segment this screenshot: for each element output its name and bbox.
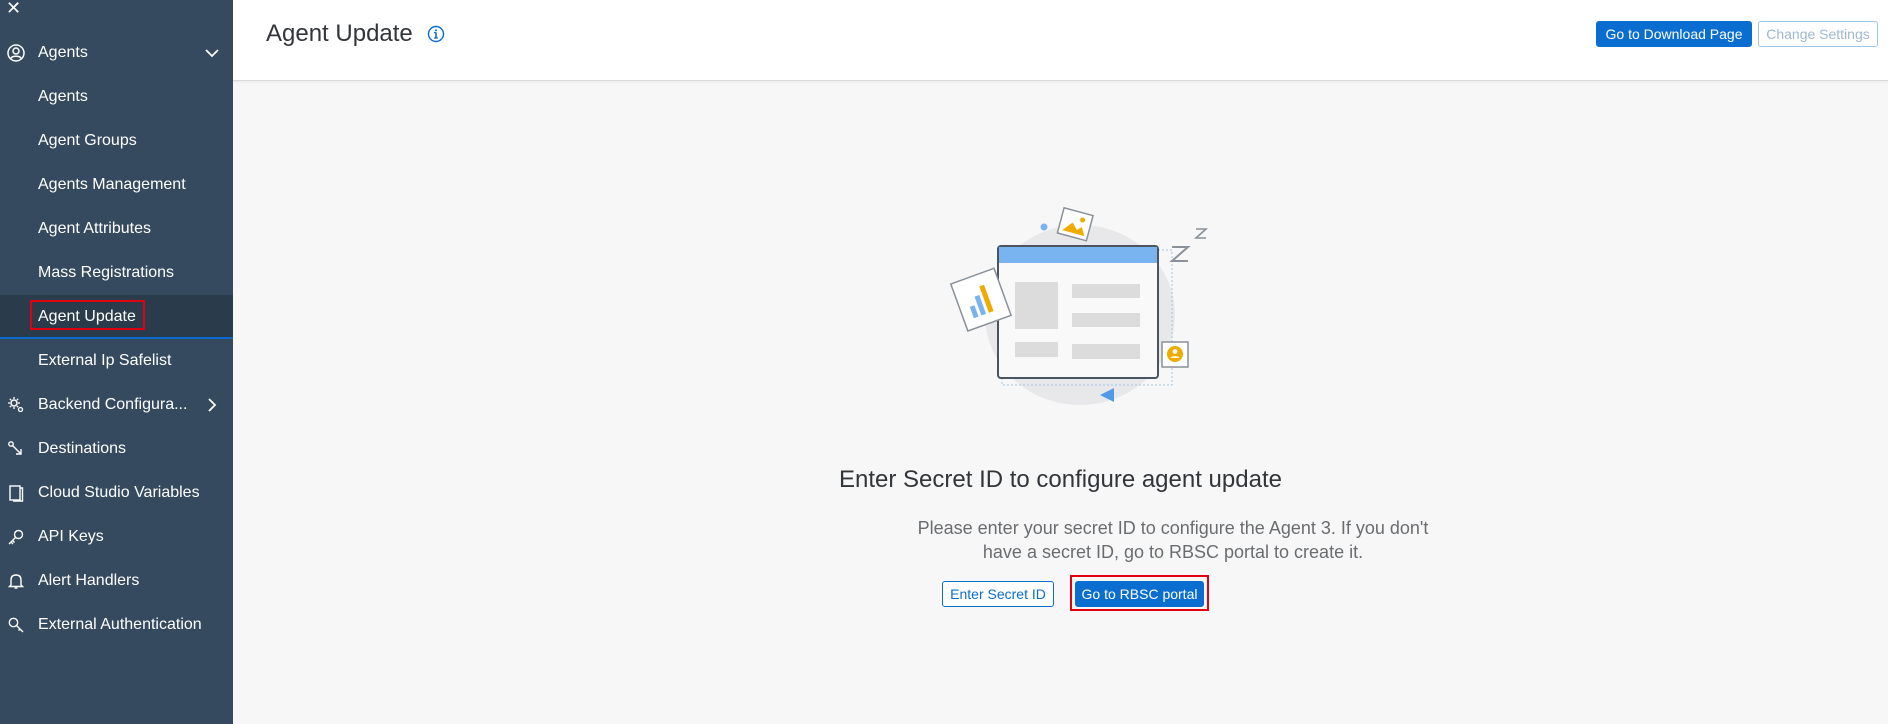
sidebar-item-api-keys[interactable]: API Keys	[0, 515, 233, 559]
sidebar-item-label: Mass Registrations	[38, 264, 175, 281]
sidebar-item-label: API Keys	[38, 528, 104, 545]
empty-state-title: Enter Secret ID to configure agent updat…	[839, 466, 1282, 493]
chevron-down-icon[interactable]	[201, 42, 223, 64]
highlight-box	[1070, 575, 1209, 611]
empty-state-illustration	[949, 206, 1209, 405]
page-title: Agent Update	[266, 20, 413, 47]
gear-icon	[6, 395, 26, 415]
sidebar-item-label: Agents	[38, 44, 88, 61]
sidebar: ✕ Agents Agents Agent Groups Agents Mana…	[0, 0, 233, 724]
key-search-icon	[6, 615, 26, 635]
sidebar-item-agent-groups[interactable]: Agent Groups	[0, 119, 233, 163]
sidebar-item-label: Agent Attributes	[38, 220, 151, 237]
sidebar-item-alert-handlers[interactable]: Alert Handlers	[0, 559, 233, 603]
key-icon	[6, 527, 26, 547]
sidebar-item-label: Agents	[38, 88, 88, 105]
bell-icon	[6, 571, 26, 591]
sidebar-item-backend-configuration[interactable]: Backend Configura...	[0, 383, 233, 427]
blue-dot-decoration	[1040, 223, 1048, 231]
sidebar-item-agents[interactable]: Agents	[0, 75, 233, 119]
sidebar-item-mass-registrations[interactable]: Mass Registrations	[0, 251, 233, 295]
user-icon	[6, 43, 26, 63]
sleep-z-decoration	[1169, 228, 1209, 262]
sidebar-item-cloud-studio-variables[interactable]: Cloud Studio Variables	[0, 471, 233, 515]
sidebar-item-label: Cloud Studio Variables	[38, 484, 200, 501]
sidebar-item-label: Destinations	[38, 440, 127, 457]
document-icon	[6, 483, 26, 503]
sidebar-item-label: Alert Handlers	[38, 572, 140, 589]
sidebar-item-agents-group[interactable]: Agents	[0, 31, 233, 75]
chevron-right-icon[interactable]	[201, 394, 223, 416]
page-header: Agent Update Go to Download Page Change …	[233, 0, 1888, 81]
sidebar-item-label: Agents Management	[38, 176, 186, 193]
empty-state-description-line: have a secret ID, go to RBSC portal to c…	[982, 542, 1364, 562]
sidebar-item-label: External Authentication	[38, 616, 202, 633]
sidebar-item-label: External Ip Safelist	[38, 352, 172, 369]
go-to-download-page-button[interactable]: Go to Download Page	[1596, 21, 1752, 47]
sidebar-item-label: Agent Groups	[38, 132, 137, 149]
sidebar-item-agents-management[interactable]: Agents Management	[0, 163, 233, 207]
info-icon[interactable]	[427, 25, 445, 43]
sidebar-item-destinations[interactable]: Destinations	[0, 427, 233, 471]
enter-secret-id-button[interactable]: Enter Secret ID	[942, 581, 1054, 607]
sidebar-item-external-authentication[interactable]: External Authentication	[0, 603, 233, 647]
window-card	[997, 245, 1159, 379]
sidebar-item-external-ip-safelist[interactable]: External Ip Safelist	[0, 339, 233, 383]
sidebar-item-label: Backend Configura...	[38, 396, 188, 413]
user-card	[1161, 341, 1189, 368]
close-icon[interactable]: ✕	[6, 0, 26, 18]
destination-icon	[6, 439, 26, 459]
sidebar-item-agent-attributes[interactable]: Agent Attributes	[0, 207, 233, 251]
empty-state-description-line: Please enter your secret ID to configure…	[917, 518, 1429, 538]
empty-state-description: Please enter your secret ID to configure…	[800, 516, 1546, 564]
change-settings-button[interactable]: Change Settings	[1758, 21, 1878, 47]
highlight-box	[30, 300, 145, 330]
